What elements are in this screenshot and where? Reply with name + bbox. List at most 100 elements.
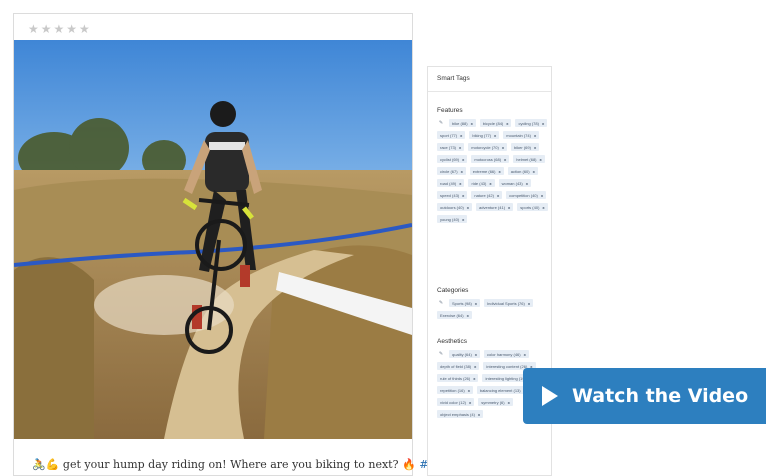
tag-chip[interactable]: road (49) x — [437, 179, 465, 187]
remove-tag-icon[interactable]: x — [540, 157, 542, 162]
tag-chip[interactable]: symmetry (6) x — [478, 398, 513, 406]
remove-tag-icon[interactable]: x — [489, 181, 491, 186]
remove-tag-icon[interactable]: x — [467, 313, 469, 318]
tag-label: motocross (68) — [474, 156, 502, 162]
tag-chip[interactable]: vivid color (12) x — [437, 398, 475, 406]
remove-tag-icon[interactable]: x — [467, 205, 469, 210]
remove-tag-icon[interactable]: x — [459, 145, 461, 150]
remove-tag-icon[interactable]: x — [508, 205, 510, 210]
tag-chip[interactable]: race (73) x — [437, 143, 465, 151]
remove-tag-icon[interactable]: x — [526, 181, 528, 186]
remove-tag-icon[interactable]: x — [459, 181, 461, 186]
remove-tag-icon[interactable]: x — [462, 217, 464, 222]
remove-tag-icon[interactable]: x — [497, 193, 499, 198]
tag-chip[interactable]: motocross (68) x — [471, 155, 510, 163]
tag-chip[interactable]: biking (77) x — [469, 131, 500, 139]
tag-chip[interactable]: rule of thirds (26) x — [437, 374, 479, 382]
tag-chip[interactable]: ride (43) x — [468, 179, 495, 187]
tag-chip[interactable]: speed (43) x — [437, 191, 468, 199]
tag-label: mountain (74) — [506, 132, 531, 138]
tag-label: sport (77) — [440, 132, 458, 138]
remove-tag-icon[interactable]: x — [474, 364, 476, 369]
watch-video-button[interactable]: Watch the Video — [523, 368, 766, 424]
star-rating[interactable]: ★★★★★ — [28, 22, 92, 36]
post-caption: 🚴💪 get your hump day riding on! Where ar… — [32, 458, 462, 471]
remove-tag-icon[interactable]: x — [524, 352, 526, 357]
remove-tag-icon[interactable]: x — [475, 352, 477, 357]
tag-chip[interactable]: extreme (66) x — [469, 167, 504, 175]
remove-tag-icon[interactable]: x — [533, 169, 535, 174]
tag-chip[interactable]: object emphasis (4) x — [437, 410, 484, 418]
remove-tag-icon[interactable]: x — [498, 169, 500, 174]
tag-label: interesting lighting (19) — [485, 375, 526, 381]
remove-tag-icon[interactable]: x — [461, 169, 463, 174]
remove-tag-icon[interactable]: x — [475, 301, 477, 306]
tag-chip[interactable]: cycling (78) x — [515, 119, 548, 127]
tag-label: cyclist (69) — [440, 156, 460, 162]
remove-tag-icon[interactable]: x — [504, 157, 506, 162]
tag-label: competition (40) — [509, 192, 538, 198]
remove-tag-icon[interactable]: x — [460, 133, 462, 138]
remove-tag-icon[interactable]: x — [534, 133, 536, 138]
tag-label: vivid color (12) — [440, 399, 467, 405]
tag-chip[interactable]: woman (43) x — [498, 179, 531, 187]
remove-tag-icon[interactable]: x — [478, 412, 480, 417]
tag-label: woman (43) — [501, 180, 523, 186]
watch-video-label: Watch the Video — [572, 385, 749, 407]
remove-tag-icon[interactable]: x — [494, 133, 496, 138]
remove-tag-icon[interactable]: x — [462, 157, 464, 162]
tag-label: sports (40) — [520, 204, 540, 210]
tag-chip[interactable]: bicycle (84) x — [479, 119, 512, 127]
tag-label: action (60) — [510, 168, 530, 174]
tag-chip[interactable]: nature (42) x — [471, 191, 503, 199]
tag-label: adventure (41) — [479, 204, 506, 210]
tag-chip[interactable]: mountain (74) x — [503, 131, 540, 139]
remove-tag-icon[interactable]: x — [541, 193, 543, 198]
tag-chip[interactable]: repetition (16) x — [437, 386, 473, 394]
tag-label: Individual Sports (76) — [487, 300, 525, 306]
remove-tag-icon[interactable]: x — [473, 376, 475, 381]
remove-tag-icon[interactable]: x — [508, 400, 510, 405]
remove-tag-icon[interactable]: x — [506, 121, 508, 126]
remove-tag-icon[interactable]: x — [462, 193, 464, 198]
remove-tag-icon[interactable]: x — [471, 121, 473, 126]
tag-chip[interactable]: bike (88) x — [449, 119, 476, 127]
remove-tag-icon[interactable]: x — [542, 121, 544, 126]
remove-tag-icon[interactable]: x — [542, 205, 544, 210]
remove-tag-icon[interactable]: x — [469, 400, 471, 405]
tag-label: rule of thirds (26) — [440, 375, 471, 381]
remove-tag-icon[interactable]: x — [502, 145, 504, 150]
tag-label: race (73) — [440, 144, 457, 150]
remove-tag-icon[interactable]: x — [468, 388, 470, 393]
tag-label: biker (69) — [514, 144, 531, 150]
fire-emoji: 🔥 — [402, 458, 416, 471]
tag-chip[interactable]: color harmony (46) x — [484, 350, 529, 358]
tag-label: interesting content (26) — [486, 363, 528, 369]
remove-tag-icon[interactable]: x — [534, 145, 536, 150]
tag-label: repetition (16) — [440, 387, 465, 393]
tag-label: bike (88) — [452, 120, 468, 126]
tag-chip[interactable]: action (60) x — [507, 167, 538, 175]
tag-chip[interactable]: depth of field (38) x — [437, 362, 480, 370]
tag-chip[interactable]: outdoors (40) x — [437, 203, 473, 211]
tag-chip[interactable]: Sports (98) x — [449, 299, 481, 307]
tag-chip[interactable]: sport (77) x — [437, 131, 466, 139]
tag-chip[interactable]: competition (40) x — [506, 191, 547, 199]
tag-chip[interactable]: sports (40) x — [517, 203, 548, 211]
post-photo[interactable] — [14, 40, 412, 439]
panel-title: Smart Tags — [437, 75, 470, 82]
tag-chip[interactable]: biker (69) x — [511, 143, 540, 151]
tag-chip[interactable]: quality (64) x — [449, 350, 481, 358]
tag-chip[interactable]: helmet (68) x — [513, 155, 545, 163]
tag-chip[interactable]: motorcycle (70) x — [468, 143, 508, 151]
tag-label: depth of field (38) — [440, 363, 472, 369]
tag-chip[interactable]: balancing element (13)x — [476, 386, 529, 394]
caption-text: get your hump day riding on! Where are y… — [59, 458, 403, 471]
tag-chip[interactable]: cyclist (69) x — [437, 155, 468, 163]
tag-chip[interactable]: Exercise (64) x — [437, 311, 472, 319]
tag-chip[interactable]: young (40) x — [437, 215, 468, 223]
tag-chip[interactable]: Individual Sports (76) x — [484, 299, 534, 307]
remove-tag-icon[interactable]: x — [528, 301, 530, 306]
tag-chip[interactable]: adventure (41) x — [476, 203, 514, 211]
tag-chip[interactable]: circle (67) x — [437, 167, 466, 175]
